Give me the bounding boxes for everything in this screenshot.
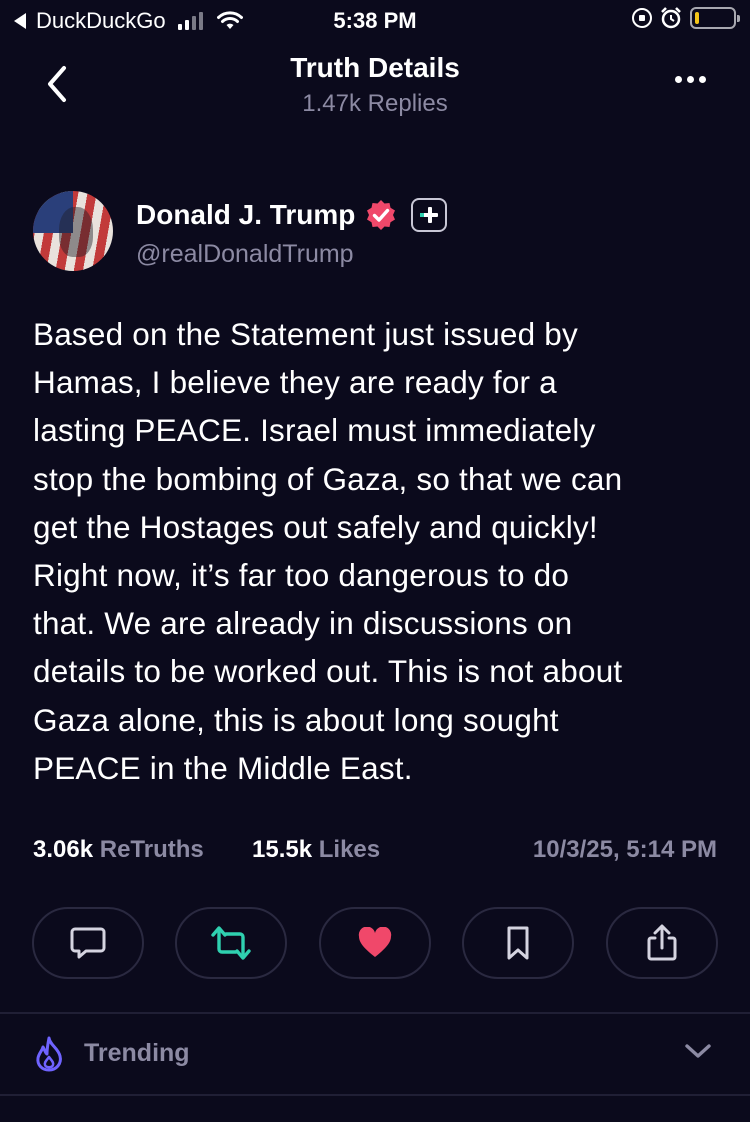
author-handle[interactable]: @realDonaldTrump bbox=[136, 240, 354, 269]
comment-icon bbox=[70, 927, 106, 959]
battery-icon bbox=[690, 7, 740, 29]
more-options-button[interactable] bbox=[675, 76, 706, 83]
orientation-lock-icon bbox=[632, 8, 652, 28]
post-stats: 3.06k ReTruths 15.5k Likes 10/3/25, 5:14… bbox=[33, 836, 717, 870]
likes-stat[interactable]: 15.5k Likes bbox=[252, 836, 380, 864]
author-display-name[interactable]: Donald J. Trump bbox=[136, 199, 355, 231]
bookmark-icon bbox=[507, 926, 529, 960]
header: Truth Details 1.47k Replies bbox=[0, 44, 750, 134]
truth-plus-badge-icon bbox=[411, 198, 448, 232]
trending-section-toggle[interactable]: Trending bbox=[0, 1014, 750, 1094]
alarm-icon bbox=[661, 7, 681, 29]
post-text: Based on the Statement just issued by Ha… bbox=[33, 316, 623, 786]
retruth-icon bbox=[211, 926, 251, 960]
post-actions bbox=[32, 907, 718, 979]
verified-badge-icon bbox=[367, 200, 396, 230]
replies-count[interactable]: 1.47k Replies bbox=[0, 90, 750, 118]
retruths-label: ReTruths bbox=[99, 836, 204, 863]
retruths-stat[interactable]: 3.06k ReTruths bbox=[33, 836, 204, 864]
reply-button[interactable] bbox=[32, 907, 144, 979]
status-bar: DuckDuckGo 5:38 PM bbox=[0, 0, 750, 40]
like-button[interactable] bbox=[319, 907, 431, 979]
retruth-button[interactable] bbox=[175, 907, 287, 979]
retruths-count: 3.06k bbox=[33, 836, 94, 863]
divider bbox=[0, 1094, 750, 1096]
chevron-down-icon bbox=[685, 1044, 711, 1058]
likes-count: 15.5k bbox=[252, 836, 313, 863]
heart-icon bbox=[358, 927, 392, 957]
bookmark-button[interactable] bbox=[462, 907, 574, 979]
page-title: Truth Details bbox=[290, 52, 460, 83]
post-timestamp: 10/3/25, 5:14 PM bbox=[532, 836, 717, 863]
likes-label: Likes bbox=[318, 836, 381, 863]
share-button[interactable] bbox=[606, 907, 718, 979]
avatar[interactable] bbox=[33, 191, 113, 271]
trending-label: Trending bbox=[84, 1039, 190, 1067]
share-icon bbox=[647, 924, 677, 961]
author-row: Donald J. Trump bbox=[136, 198, 448, 232]
truth-details-screen: DuckDuckGo 5:38 PM Truth Details 1.47k R… bbox=[0, 0, 750, 1122]
flame-icon bbox=[36, 1036, 62, 1072]
status-bar-right bbox=[632, 7, 740, 29]
